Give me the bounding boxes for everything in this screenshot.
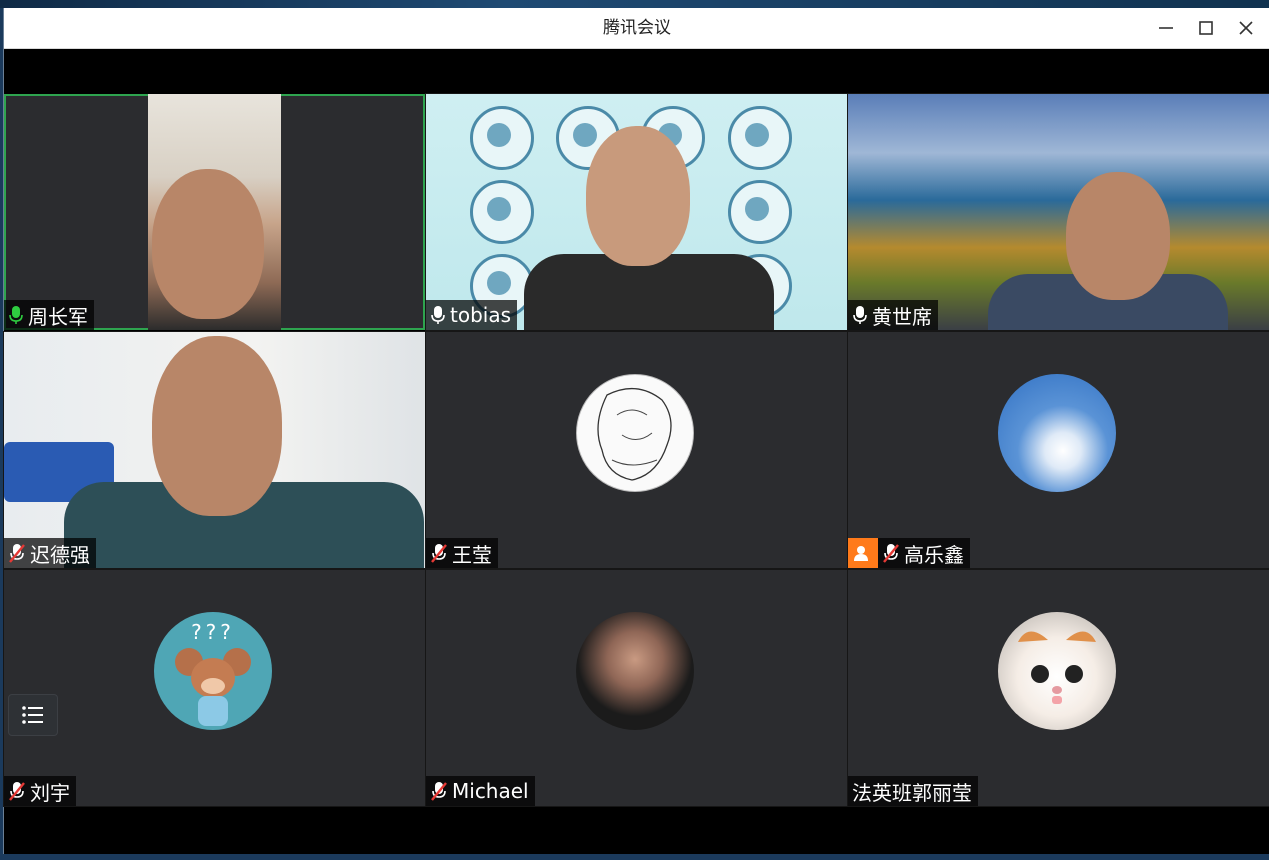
sky-avatar	[998, 374, 1116, 492]
cat-avatar	[998, 612, 1116, 730]
participant-tile[interactable]: 王莹	[425, 331, 848, 569]
mic-muted-icon	[9, 782, 25, 801]
mic-muted-icon	[9, 544, 25, 563]
participant-name: Michael	[452, 779, 529, 803]
participant-name-tag: 黄世席	[848, 300, 938, 330]
participant-name: 周长军	[28, 304, 88, 329]
participant-face	[1066, 172, 1170, 300]
avatar-text: ???	[191, 620, 235, 644]
video-stage: 周长军 tobias 黄世席 迟德强 王莹 高乐鑫 ??? 刘宇 Michael…	[3, 49, 1269, 854]
participant-name-tag: 迟德强	[4, 538, 96, 568]
participant-video	[148, 94, 281, 330]
participant-name: 刘宇	[30, 780, 70, 805]
man-portrait-avatar	[576, 612, 694, 730]
participant-tile[interactable]: tobias	[425, 93, 848, 331]
participant-name-tag: 王莹	[426, 538, 498, 568]
meeting-window: 腾讯会议 周长军 tobias 黄世席 迟德强 王莹 高乐鑫 ??? 刘宇 Mi…	[3, 8, 1269, 854]
participant-name: 黄世席	[872, 304, 932, 329]
maximize-icon	[1199, 21, 1213, 35]
participant-name: 高乐鑫	[904, 542, 964, 567]
participant-video	[848, 94, 1269, 330]
participant-video	[426, 94, 847, 330]
mic-on-icon	[431, 306, 445, 324]
participant-tile[interactable]: 黄世席	[847, 93, 1269, 331]
mic-on-icon	[9, 306, 23, 324]
close-button[interactable]	[1226, 8, 1266, 48]
person-icon	[848, 538, 878, 568]
seal-logo	[728, 180, 792, 244]
window-title: 腾讯会议	[603, 18, 671, 38]
seal-logo	[470, 180, 534, 244]
sketch-avatar	[576, 374, 694, 492]
participant-name: tobias	[450, 303, 512, 327]
participant-face	[152, 169, 264, 319]
cat-drawing	[1018, 631, 1096, 704]
participant-list-button[interactable]	[8, 694, 58, 736]
participant-name-tag: 高乐鑫	[848, 538, 970, 568]
seal-logo	[728, 106, 792, 170]
participant-name-tag: 刘宇	[4, 776, 76, 806]
mic-muted-icon	[431, 544, 447, 563]
minimize-button[interactable]	[1146, 8, 1186, 48]
participant-tile[interactable]: 法英班郭丽莹	[847, 569, 1269, 807]
mic-muted-icon	[431, 782, 447, 801]
sketch-drawing	[597, 388, 672, 481]
seal-logo	[470, 106, 534, 170]
participant-name: 法英班郭丽莹	[852, 780, 972, 805]
desktop-background	[0, 0, 1269, 8]
participant-name-tag: 周长军	[4, 300, 94, 330]
title-bar: 腾讯会议	[4, 8, 1269, 49]
participant-grid: 周长军 tobias 黄世席 迟德强 王莹 高乐鑫 ??? 刘宇 Michael…	[3, 93, 1269, 807]
mic-on-icon	[853, 306, 867, 324]
participant-name: 迟德强	[30, 542, 90, 567]
minimize-icon	[1159, 27, 1173, 29]
participant-face	[152, 336, 282, 516]
participant-tile[interactable]: Michael	[425, 569, 848, 807]
participant-name-tag: 法英班郭丽莹	[848, 776, 978, 806]
participant-tile[interactable]: 周长军	[4, 94, 425, 330]
participant-tile[interactable]: ??? 刘宇	[3, 569, 426, 807]
jerry-mouse-avatar: ???	[154, 612, 272, 730]
participant-name: 王莹	[452, 542, 492, 567]
participant-video	[4, 332, 425, 568]
list-icon	[22, 706, 43, 724]
maximize-button[interactable]	[1186, 8, 1226, 48]
participant-tile[interactable]: 迟德强	[3, 331, 426, 569]
participant-name-tag: tobias	[426, 300, 518, 330]
mic-muted-icon	[883, 544, 899, 563]
participant-name-tag: Michael	[426, 776, 535, 806]
participant-tile[interactable]: 高乐鑫	[847, 331, 1269, 569]
participant-face	[586, 126, 690, 266]
close-icon	[1239, 21, 1253, 35]
